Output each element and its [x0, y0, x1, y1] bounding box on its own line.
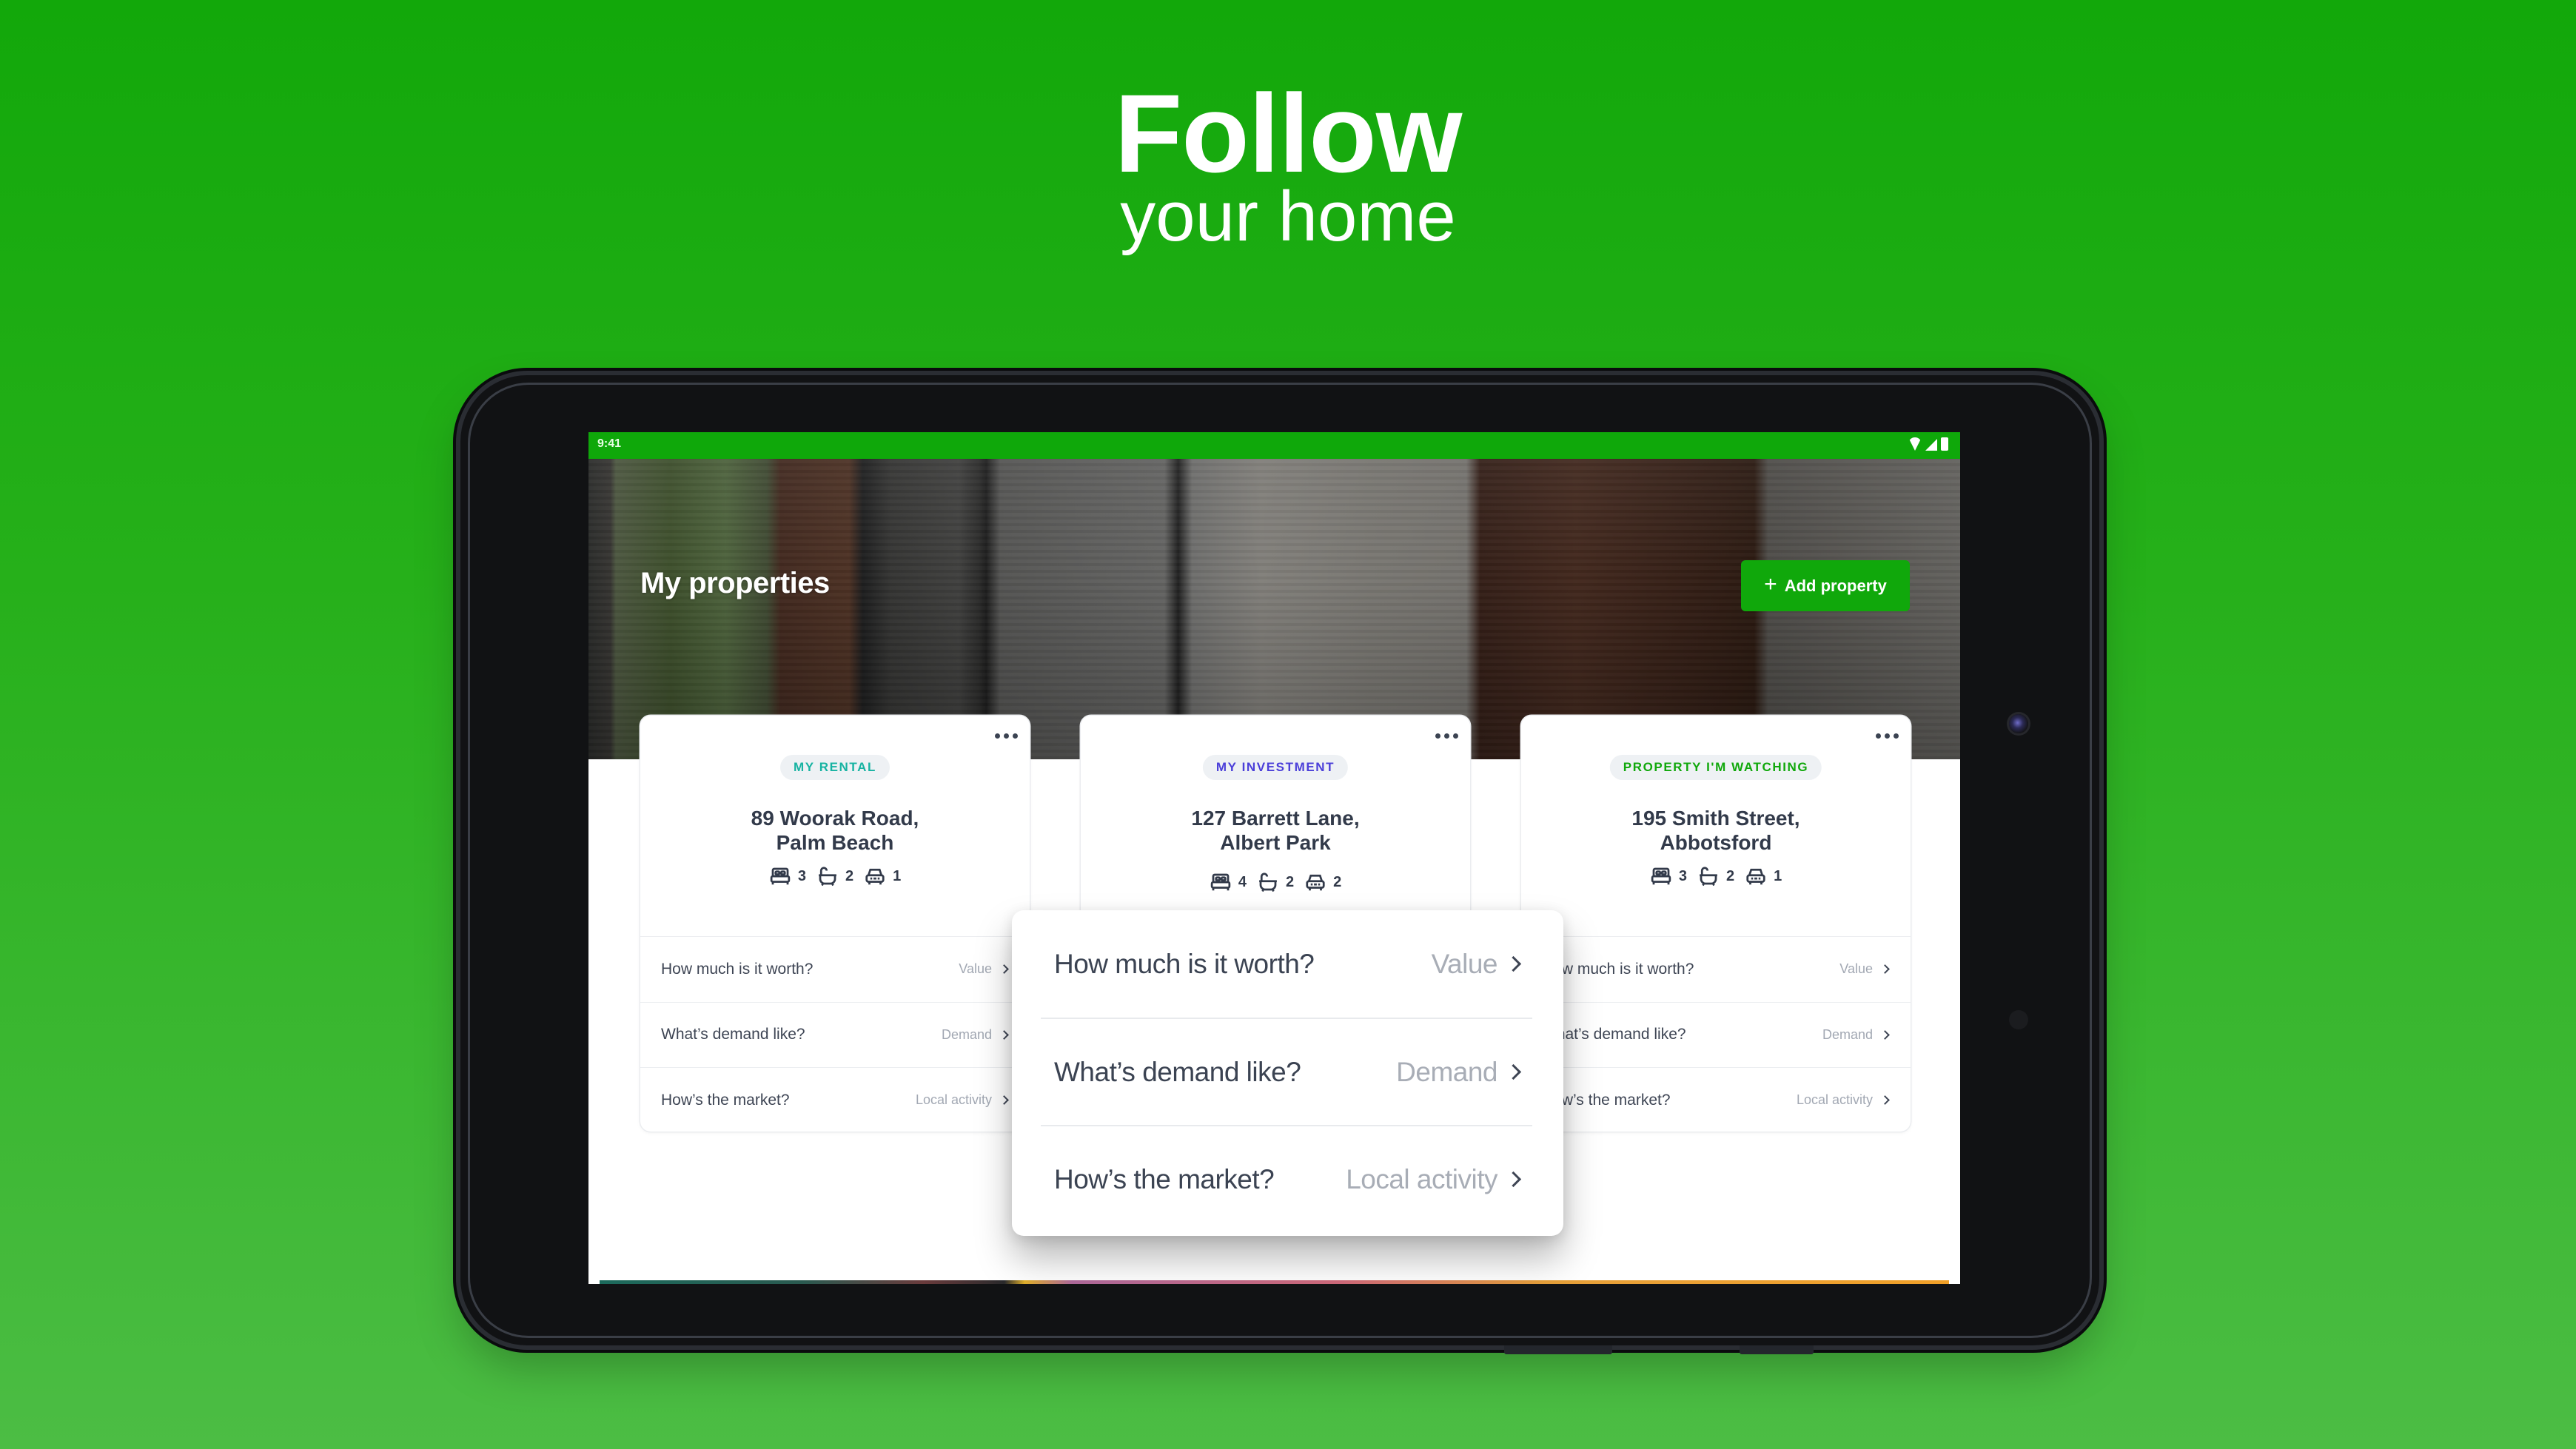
property-tag: MY INVESTMENT: [1202, 755, 1349, 780]
signal-icon: [1925, 439, 1937, 451]
link-action: Value: [1839, 961, 1873, 977]
chevron-right-icon: [1880, 1029, 1890, 1040]
car-count: 1: [1774, 867, 1782, 884]
chevron-right-icon: [1880, 964, 1890, 975]
property-address: 127 Barrett Lane, Albert Park: [1081, 806, 1470, 855]
insights-popup: How much is it worth? Value What’s demand…: [1012, 910, 1563, 1236]
popup-action: Value: [1431, 948, 1498, 979]
bed-icon: [770, 867, 791, 885]
popup-question: What’s demand like?: [1054, 1056, 1301, 1087]
chevron-right-icon: [1880, 1095, 1890, 1106]
address-line: 195 Smith Street,: [1631, 807, 1800, 830]
tablet-side-button: [1504, 1345, 1612, 1354]
car-count: 1: [893, 867, 902, 884]
property-card[interactable]: PROPERTY I'M WATCHING 195 Smith Street, …: [1521, 716, 1911, 1132]
bed-icon: [1210, 873, 1231, 891]
chevron-right-icon: [1505, 1171, 1522, 1188]
popup-question: How’s the market?: [1054, 1163, 1275, 1194]
bath-count: 2: [1285, 873, 1295, 890]
link-action: Local activity: [1796, 1092, 1873, 1108]
bed-count: 3: [1678, 867, 1687, 884]
sensor-icon: [2009, 1010, 2028, 1029]
property-card[interactable]: MY RENTAL 89 Woorak Road, Palm Beach 3 2…: [640, 716, 1030, 1132]
link-action: Local activity: [915, 1092, 992, 1108]
link-question: What’s demand like?: [661, 1026, 805, 1043]
link-question: How much is it worth?: [661, 960, 814, 978]
bath-count: 2: [845, 867, 854, 884]
bed-icon: [1651, 867, 1671, 885]
popup-link-demand[interactable]: What’s demand like? Demand: [1041, 1018, 1532, 1125]
address-suburb: Albert Park: [1220, 831, 1331, 854]
link-action: Value: [959, 961, 992, 977]
car-icon: [1306, 874, 1325, 891]
car-icon: [1746, 868, 1765, 885]
chevron-right-icon: [999, 964, 1009, 975]
link-question: How much is it worth?: [1542, 960, 1694, 978]
chevron-right-icon: [999, 1095, 1009, 1106]
link-question: What’s demand like?: [1542, 1026, 1686, 1043]
popup-action: Local activity: [1346, 1163, 1497, 1194]
add-property-button[interactable]: + Add property: [1741, 560, 1910, 611]
chevron-right-icon: [1505, 1063, 1522, 1080]
popup-question: How much is it worth?: [1054, 948, 1315, 979]
link-question: How’s the market?: [661, 1091, 790, 1109]
car-count: 2: [1333, 873, 1342, 890]
link-value[interactable]: How much is it worth? Value: [1521, 936, 1911, 1002]
hero-banner: My properties + Add property: [588, 459, 1960, 759]
plus-icon: +: [1764, 571, 1777, 596]
address-line: 89 Woorak Road,: [751, 807, 919, 830]
address-suburb: Abbotsford: [1660, 831, 1772, 854]
property-links: How much is it worth? Value What’s demand…: [1521, 936, 1911, 1133]
property-features: 3 2 1: [640, 865, 1030, 887]
wifi-icon: [1908, 437, 1922, 451]
popup-link-local-activity[interactable]: How’s the market? Local activity: [1041, 1125, 1532, 1232]
property-tag: MY RENTAL: [780, 755, 890, 780]
more-options-button[interactable]: [995, 733, 1018, 739]
link-local-activity[interactable]: How’s the market? Local activity: [640, 1067, 1030, 1133]
property-address: 89 Woorak Road, Palm Beach: [640, 806, 1030, 855]
link-value[interactable]: How much is it worth? Value: [640, 936, 1030, 1002]
tablet-screen: 9:41 My properties + Add property MY REN…: [588, 432, 1960, 1284]
status-bar: 9:41: [588, 432, 1960, 459]
status-time: 9:41: [597, 437, 622, 450]
tablet-side-button: [1740, 1345, 1814, 1354]
chevron-right-icon: [1505, 955, 1522, 972]
more-options-button[interactable]: [1435, 733, 1458, 739]
link-local-activity[interactable]: How’s the market?Local activity: [1521, 1067, 1911, 1133]
address-suburb: Palm Beach: [776, 831, 894, 854]
bath-icon: [819, 867, 836, 887]
more-options-button[interactable]: [1876, 733, 1899, 739]
link-action: Demand: [941, 1026, 992, 1042]
headline-title: Follow: [1114, 71, 1463, 195]
add-property-label: Add property: [1784, 576, 1887, 595]
bath-icon: [1259, 873, 1277, 892]
bed-count: 3: [797, 867, 806, 884]
property-features: 4 2 2: [1081, 871, 1470, 893]
property-address: 195 Smith Street, Abbotsford: [1521, 806, 1911, 855]
popup-action: Demand: [1396, 1056, 1497, 1087]
property-tag: PROPERTY I'M WATCHING: [1609, 755, 1822, 780]
bath-icon: [1700, 867, 1717, 887]
battery-icon: [1941, 437, 1948, 451]
car-icon: [865, 868, 885, 885]
property-links: How much is it worth? Value What’s demand…: [640, 936, 1030, 1133]
property-features: 3 2 1: [1521, 865, 1911, 887]
headline-subtitle: your home: [1120, 177, 1456, 256]
address-line: 127 Barrett Lane,: [1191, 807, 1360, 830]
page-title: My properties: [640, 567, 830, 599]
link-demand[interactable]: What’s demand like? Demand: [1521, 1001, 1911, 1068]
link-action: Demand: [1822, 1026, 1873, 1042]
camera-icon: [2009, 714, 2028, 733]
bed-count: 4: [1238, 873, 1247, 890]
bath-count: 2: [1725, 867, 1735, 884]
link-demand[interactable]: What’s demand like? Demand: [640, 1001, 1030, 1068]
chevron-right-icon: [999, 1029, 1009, 1040]
screen-bottom-edge: [600, 1280, 1949, 1284]
popup-link-value[interactable]: How much is it worth? Value: [1041, 910, 1532, 1018]
